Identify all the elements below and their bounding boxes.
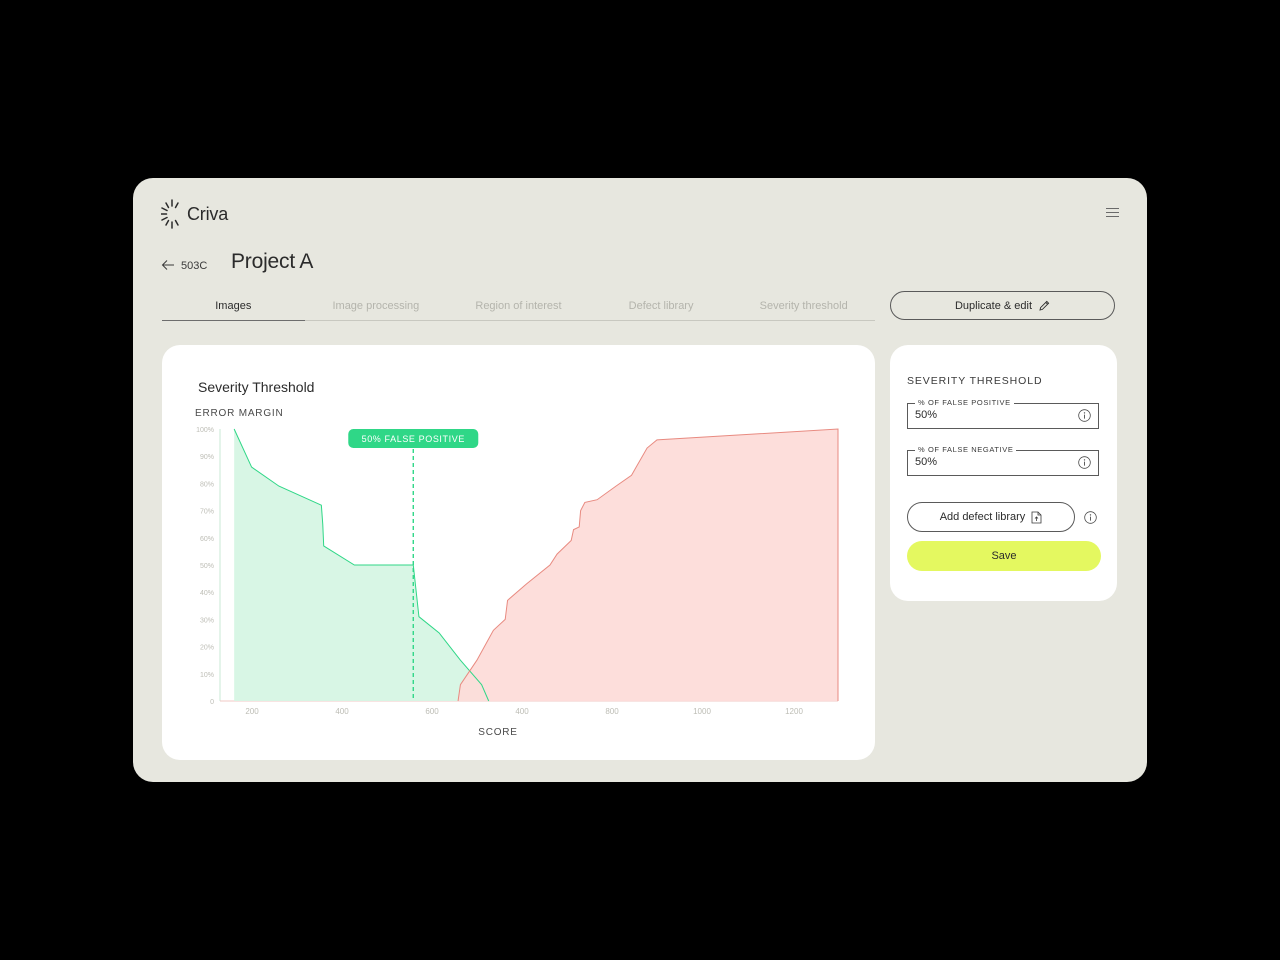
false-negative-field[interactable]: % OF FALSE NEGATIVE <box>907 445 1099 476</box>
tab-images[interactable]: Images <box>162 296 305 321</box>
y-tick-label: 20% <box>200 645 214 652</box>
back-link[interactable]: 503C <box>161 258 207 272</box>
tab-image-processing[interactable]: Image processing <box>305 296 448 320</box>
x-tick-label: 200 <box>245 707 259 716</box>
false-positive-field[interactable]: % OF FALSE POSITIVE <box>907 398 1099 429</box>
severity-chart-card: Severity Threshold ERROR MARGIN 50% FALS… <box>162 345 875 760</box>
hamburger-menu-icon[interactable] <box>1106 206 1119 218</box>
y-tick-label: 50% <box>200 563 214 570</box>
y-tick-label: 30% <box>200 617 214 624</box>
tab-severity-threshold[interactable]: Severity threshold <box>732 296 875 320</box>
false-positive-input[interactable] <box>915 409 1075 421</box>
tab-bar: Images Image processing Region of intere… <box>162 296 875 321</box>
pencil-icon <box>1039 300 1050 311</box>
info-circle-icon[interactable] <box>1084 511 1097 524</box>
duplicate-edit-button[interactable]: Duplicate & edit <box>890 291 1115 320</box>
arrow-left-icon <box>161 260 174 270</box>
panel-title: SEVERITY THRESHOLD <box>907 375 1043 387</box>
y-tick-label: 90% <box>200 454 214 461</box>
info-circle-icon[interactable] <box>1078 456 1091 469</box>
page-title: Project A <box>231 250 314 273</box>
back-code: 503C <box>181 260 208 272</box>
y-tick-label: 70% <box>200 509 214 516</box>
y-tick-label: 40% <box>200 590 214 597</box>
false-negative-input[interactable] <box>915 456 1075 468</box>
y-tick-label: 10% <box>200 672 214 679</box>
y-tick-label: 80% <box>200 481 214 488</box>
chart-x-axis-label: SCORE <box>478 727 518 738</box>
brand-logo[interactable]: Criva <box>161 198 228 230</box>
x-tick-label: 600 <box>425 707 439 716</box>
x-tick-label: 800 <box>605 707 619 716</box>
save-button[interactable]: Save <box>907 541 1101 571</box>
brand-name: Criva <box>187 203 229 224</box>
tab-defect-library[interactable]: Defect library <box>590 296 733 320</box>
tab-region-of-interest[interactable]: Region of interest <box>447 296 590 320</box>
add-defect-library-label: Add defect library <box>939 511 1026 523</box>
add-defect-library-button[interactable]: Add defect library <box>907 502 1075 532</box>
severity-threshold-chart[interactable]: 50% FALSE POSITIVE 0 10% 20% 30% 40% 50% 60% 70%… <box>162 345 875 760</box>
x-tick-label: 1000 <box>693 707 711 716</box>
y-tick-label: 0 <box>210 699 214 706</box>
x-tick-label: 1200 <box>785 707 803 716</box>
sunburst-logo-icon <box>161 199 179 229</box>
y-tick-label: 100% <box>196 427 214 434</box>
x-tick-label: 400 <box>335 707 349 716</box>
false-positive-label: % OF FALSE POSITIVE <box>915 398 1014 408</box>
severity-threshold-panel: SEVERITY THRESHOLD % OF FALSE POSITIVE %… <box>890 345 1117 601</box>
series-area-1 <box>458 429 838 701</box>
threshold-pill-label: 50% FALSE POSITIVE <box>362 434 465 444</box>
y-tick-label: 60% <box>200 536 214 543</box>
file-upload-icon <box>1031 511 1042 523</box>
app-window: Criva 503C Project A Images Image proces… <box>133 178 1147 782</box>
info-circle-icon[interactable] <box>1078 409 1091 422</box>
x-tick-label: 400 <box>515 707 529 716</box>
duplicate-edit-label: Duplicate & edit <box>954 299 1033 312</box>
false-negative-label: % OF FALSE NEGATIVE <box>915 445 1017 455</box>
